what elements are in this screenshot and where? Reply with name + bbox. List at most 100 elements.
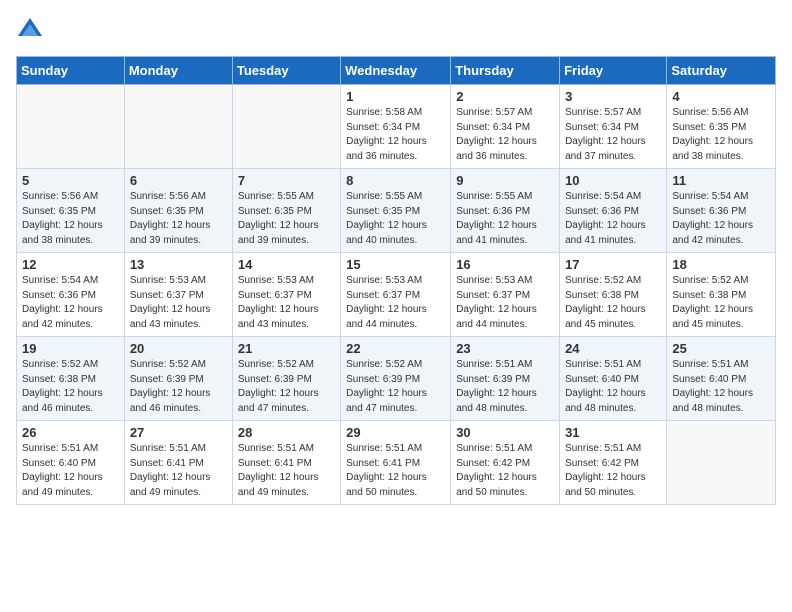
- day-number: 17: [565, 257, 661, 272]
- day-cell: 20 Sunrise: 5:52 AM Sunset: 6:39 PM Dayli…: [124, 337, 232, 421]
- day-number: 22: [346, 341, 445, 356]
- day-number: 20: [130, 341, 227, 356]
- day-number: 5: [22, 173, 119, 188]
- day-number: 9: [456, 173, 554, 188]
- day-cell: 3 Sunrise: 5:57 AM Sunset: 6:34 PM Daylig…: [560, 85, 667, 169]
- day-number: 4: [672, 89, 770, 104]
- header-tuesday: Tuesday: [232, 57, 340, 85]
- day-cell: 8 Sunrise: 5:55 AM Sunset: 6:35 PM Daylig…: [341, 169, 451, 253]
- day-cell: 4 Sunrise: 5:56 AM Sunset: 6:35 PM Daylig…: [667, 85, 776, 169]
- day-info: Sunrise: 5:55 AM Sunset: 6:35 PM Dayligh…: [346, 190, 445, 248]
- day-cell: [667, 421, 776, 505]
- day-number: 3: [565, 89, 661, 104]
- header-sunday: Sunday: [17, 57, 125, 85]
- day-cell: 29 Sunrise: 5:51 AM Sunset: 6:41 PM Dayli…: [341, 421, 451, 505]
- day-cell: 15 Sunrise: 5:53 AM Sunset: 6:37 PM Dayli…: [341, 253, 451, 337]
- header-friday: Friday: [560, 57, 667, 85]
- day-cell: 26Sunrise: 5:51 AM Sunset: 6:40 PM Dayli…: [17, 421, 125, 505]
- day-number: 2: [456, 89, 554, 104]
- day-info: Sunrise: 5:54 AM Sunset: 6:36 PM Dayligh…: [672, 190, 770, 248]
- day-info: Sunrise: 5:51 AM Sunset: 6:41 PM Dayligh…: [130, 442, 227, 500]
- day-number: 10: [565, 173, 661, 188]
- week-row-2: 5 Sunrise: 5:56 AM Sunset: 6:35 PM Daylig…: [17, 169, 776, 253]
- day-number: 1: [346, 89, 445, 104]
- day-cell: 1 Sunrise: 5:58 AM Sunset: 6:34 PM Daylig…: [341, 85, 451, 169]
- day-cell: 5Sunrise: 5:56 AM Sunset: 6:35 PM Daylig…: [17, 169, 125, 253]
- day-number: 19: [22, 341, 119, 356]
- day-cell: 19 Sunrise: 5:52 AM Sunset: 6:38 PM Dayli…: [17, 337, 125, 421]
- day-cell: [124, 85, 232, 169]
- day-info: Sunrise: 5:56 AM Sunset: 6:35 PM Dayligh…: [130, 190, 227, 248]
- day-info: Sunrise: 5:57 AM Sunset: 6:34 PM Dayligh…: [565, 106, 661, 164]
- day-info: Sunrise: 5:52 AM Sunset: 6:39 PM Dayligh…: [238, 358, 335, 416]
- day-info: Sunrise: 5:56 AM Sunset: 6:35 PM Dayligh…: [672, 106, 770, 164]
- day-number: 8: [346, 173, 445, 188]
- day-number: 26: [22, 425, 119, 440]
- day-info: Sunrise: 5:51 AM Sunset: 6:41 PM Dayligh…: [346, 442, 445, 500]
- day-info: Sunrise: 5:58 AM Sunset: 6:34 PM Dayligh…: [346, 106, 445, 164]
- day-info: Sunrise: 5:55 AM Sunset: 6:35 PM Dayligh…: [238, 190, 335, 248]
- day-number: 12: [22, 257, 119, 272]
- day-info: Sunrise: 5:54 AM Sunset: 6:36 PM Dayligh…: [565, 190, 661, 248]
- day-info: Sunrise: 5:53 AM Sunset: 6:37 PM Dayligh…: [238, 274, 335, 332]
- header-wednesday: Wednesday: [341, 57, 451, 85]
- day-cell: 7Sunrise: 5:55 AM Sunset: 6:35 PM Daylig…: [232, 169, 340, 253]
- header-thursday: Thursday: [451, 57, 560, 85]
- day-cell: [17, 85, 125, 169]
- day-info: Sunrise: 5:51 AM Sunset: 6:40 PM Dayligh…: [672, 358, 770, 416]
- day-number: 14: [238, 257, 335, 272]
- day-number: 29: [346, 425, 445, 440]
- day-cell: 10 Sunrise: 5:54 AM Sunset: 6:36 PM Dayli…: [560, 169, 667, 253]
- day-info: Sunrise: 5:52 AM Sunset: 6:39 PM Dayligh…: [130, 358, 227, 416]
- day-info: Sunrise: 5:51 AM Sunset: 6:40 PM Dayligh…: [565, 358, 661, 416]
- day-info: Sunrise: 5:52 AM Sunset: 6:38 PM Dayligh…: [672, 274, 770, 332]
- week-row-4: 19 Sunrise: 5:52 AM Sunset: 6:38 PM Dayli…: [17, 337, 776, 421]
- day-info: Sunrise: 5:52 AM Sunset: 6:38 PM Dayligh…: [565, 274, 661, 332]
- day-number: 18: [672, 257, 770, 272]
- day-cell: 27Sunrise: 5:51 AM Sunset: 6:41 PM Dayli…: [124, 421, 232, 505]
- day-info: Sunrise: 5:51 AM Sunset: 6:41 PM Dayligh…: [238, 442, 335, 500]
- day-number: 13: [130, 257, 227, 272]
- day-cell: 2 Sunrise: 5:57 AM Sunset: 6:34 PM Daylig…: [451, 85, 560, 169]
- day-info: Sunrise: 5:52 AM Sunset: 6:39 PM Dayligh…: [346, 358, 445, 416]
- day-number: 30: [456, 425, 554, 440]
- day-info: Sunrise: 5:53 AM Sunset: 6:37 PM Dayligh…: [346, 274, 445, 332]
- day-number: 31: [565, 425, 661, 440]
- day-info: Sunrise: 5:53 AM Sunset: 6:37 PM Dayligh…: [130, 274, 227, 332]
- day-number: 21: [238, 341, 335, 356]
- header-monday: Monday: [124, 57, 232, 85]
- day-number: 16: [456, 257, 554, 272]
- day-info: Sunrise: 5:54 AM Sunset: 6:36 PM Dayligh…: [22, 274, 119, 332]
- day-number: 23: [456, 341, 554, 356]
- day-cell: 25Sunrise: 5:51 AM Sunset: 6:40 PM Dayli…: [667, 337, 776, 421]
- calendar-table: SundayMondayTuesdayWednesdayThursdayFrid…: [16, 56, 776, 505]
- day-cell: 21 Sunrise: 5:52 AM Sunset: 6:39 PM Dayli…: [232, 337, 340, 421]
- day-cell: 28 Sunrise: 5:51 AM Sunset: 6:41 PM Dayli…: [232, 421, 340, 505]
- day-info: Sunrise: 5:51 AM Sunset: 6:42 PM Dayligh…: [456, 442, 554, 500]
- day-cell: 17 Sunrise: 5:52 AM Sunset: 6:38 PM Dayli…: [560, 253, 667, 337]
- day-info: Sunrise: 5:57 AM Sunset: 6:34 PM Dayligh…: [456, 106, 554, 164]
- day-cell: 14 Sunrise: 5:53 AM Sunset: 6:37 PM Dayli…: [232, 253, 340, 337]
- day-number: 28: [238, 425, 335, 440]
- day-number: 15: [346, 257, 445, 272]
- header-saturday: Saturday: [667, 57, 776, 85]
- day-cell: 18 Sunrise: 5:52 AM Sunset: 6:38 PM Dayli…: [667, 253, 776, 337]
- day-cell: 11 Sunrise: 5:54 AM Sunset: 6:36 PM Dayli…: [667, 169, 776, 253]
- day-cell: 31Sunrise: 5:51 AM Sunset: 6:42 PM Dayli…: [560, 421, 667, 505]
- day-cell: 22 Sunrise: 5:52 AM Sunset: 6:39 PM Dayli…: [341, 337, 451, 421]
- day-cell: 13 Sunrise: 5:53 AM Sunset: 6:37 PM Dayli…: [124, 253, 232, 337]
- day-cell: 9Sunrise: 5:55 AM Sunset: 6:36 PM Daylig…: [451, 169, 560, 253]
- day-cell: 23 Sunrise: 5:51 AM Sunset: 6:39 PM Dayli…: [451, 337, 560, 421]
- day-info: Sunrise: 5:51 AM Sunset: 6:39 PM Dayligh…: [456, 358, 554, 416]
- header-row: SundayMondayTuesdayWednesdayThursdayFrid…: [17, 57, 776, 85]
- day-info: Sunrise: 5:53 AM Sunset: 6:37 PM Dayligh…: [456, 274, 554, 332]
- logo-icon: [16, 16, 44, 44]
- day-cell: [232, 85, 340, 169]
- day-number: 24: [565, 341, 661, 356]
- day-cell: 16 Sunrise: 5:53 AM Sunset: 6:37 PM Dayli…: [451, 253, 560, 337]
- day-number: 11: [672, 173, 770, 188]
- day-number: 6: [130, 173, 227, 188]
- day-cell: 6 Sunrise: 5:56 AM Sunset: 6:35 PM Daylig…: [124, 169, 232, 253]
- day-info: Sunrise: 5:52 AM Sunset: 6:38 PM Dayligh…: [22, 358, 119, 416]
- week-row-3: 12 Sunrise: 5:54 AM Sunset: 6:36 PM Dayli…: [17, 253, 776, 337]
